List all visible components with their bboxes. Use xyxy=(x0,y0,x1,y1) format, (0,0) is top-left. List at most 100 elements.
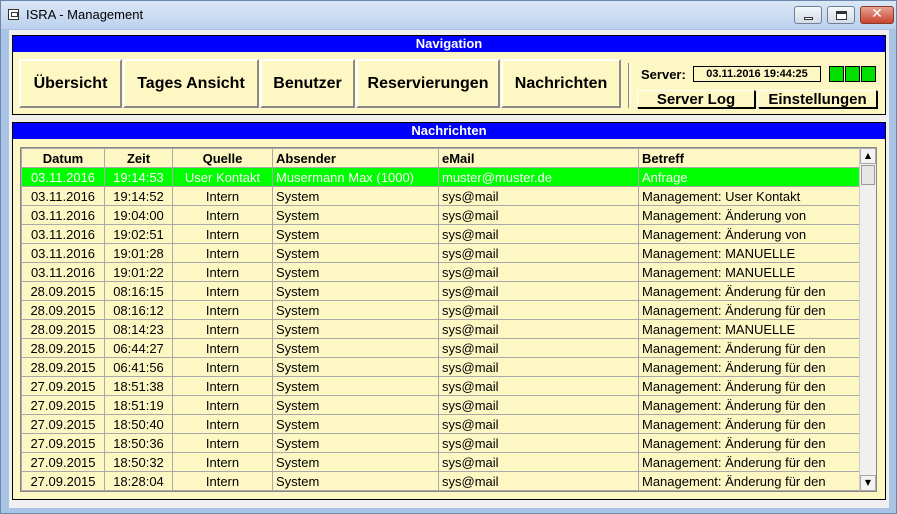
table-row[interactable]: 03.11.2016 19:04:00 Intern System sys@mail Ma… xyxy=(21,205,860,225)
cell-email: sys@mail xyxy=(438,376,639,396)
close-button[interactable]: ✕ xyxy=(860,6,894,24)
cell-absender: System xyxy=(272,205,439,225)
cell-absender: System xyxy=(272,224,439,244)
cell-absender: System xyxy=(272,395,439,415)
server-time-display: 03.11.2016 19:44:25 xyxy=(693,66,821,82)
nav-nachrichten-button[interactable]: Nachrichten xyxy=(501,59,621,108)
cell-zeit: 08:16:12 xyxy=(104,300,173,320)
cell-absender: System xyxy=(272,262,439,282)
vertical-scrollbar[interactable]: ▲ ▼ xyxy=(859,148,876,491)
cell-quelle: Intern xyxy=(172,205,273,225)
messages-grid[interactable]: Datum Zeit Quelle Absender eMail Betreff… xyxy=(20,147,877,492)
cell-datum: 27.09.2015 xyxy=(21,452,105,472)
cell-quelle: Intern xyxy=(172,224,273,244)
cell-datum: 27.09.2015 xyxy=(21,471,105,491)
cell-absender: System xyxy=(272,338,439,358)
settings-button[interactable]: Einstellungen xyxy=(758,90,877,108)
column-header-email[interactable]: eMail xyxy=(438,148,639,168)
table-row[interactable]: 27.09.2015 18:51:38 Intern System sys@mail Ma… xyxy=(21,376,860,396)
nav-reservierungen-button[interactable]: Reservierungen xyxy=(356,59,500,108)
cell-datum: 28.09.2015 xyxy=(21,338,105,358)
cell-email: sys@mail xyxy=(438,319,639,339)
column-header-quelle[interactable]: Quelle xyxy=(172,148,273,168)
cell-absender: System xyxy=(272,414,439,434)
table-row[interactable]: 27.09.2015 18:50:32 Intern System sys@mail Ma… xyxy=(21,452,860,472)
column-header-datum[interactable]: Datum xyxy=(21,148,105,168)
cell-datum: 03.11.2016 xyxy=(21,262,105,282)
cell-betreff: Management: Änderung für den xyxy=(638,395,860,415)
cell-datum: 27.09.2015 xyxy=(21,414,105,434)
cell-datum: 03.11.2016 xyxy=(21,224,105,244)
minimize-button[interactable] xyxy=(794,6,822,24)
cell-email: sys@mail xyxy=(438,338,639,358)
cell-zeit: 06:44:27 xyxy=(104,338,173,358)
table-row[interactable]: 27.09.2015 18:28:04 Intern System sys@mail Ma… xyxy=(21,471,860,491)
scroll-thumb[interactable] xyxy=(861,165,875,185)
cell-email: sys@mail xyxy=(438,300,639,320)
cell-zeit: 18:51:38 xyxy=(104,376,173,396)
table-row[interactable]: 28.09.2015 08:14:23 Intern System sys@mail Ma… xyxy=(21,319,860,339)
app-window-icon[interactable] xyxy=(8,9,19,20)
cell-zeit: 19:14:53 xyxy=(104,167,173,187)
column-header-absender[interactable]: Absender xyxy=(272,148,439,168)
table-row[interactable]: 28.09.2015 06:41:56 Intern System sys@mail Ma… xyxy=(21,357,860,377)
title-bar[interactable]: ISRA - Management ✕ xyxy=(1,1,896,29)
nav-tages-ansicht-button[interactable]: Tages Ansicht xyxy=(123,59,259,108)
cell-quelle: Intern xyxy=(172,319,273,339)
table-row[interactable]: 28.09.2015 06:44:27 Intern System sys@mail Ma… xyxy=(21,338,860,358)
nav-uebersicht-button[interactable]: Übersicht xyxy=(19,59,122,108)
table-row[interactable]: 28.09.2015 08:16:12 Intern System sys@mail Ma… xyxy=(21,300,860,320)
maximize-button[interactable] xyxy=(827,6,855,24)
cell-datum: 28.09.2015 xyxy=(21,357,105,377)
cell-datum: 28.09.2015 xyxy=(21,281,105,301)
cell-email: sys@mail xyxy=(438,243,639,263)
server-label: Server: xyxy=(641,67,686,82)
cell-quelle: Intern xyxy=(172,471,273,491)
table-row[interactable]: 27.09.2015 18:51:19 Intern System sys@mail Ma… xyxy=(21,395,860,415)
cell-betreff: Management: Änderung für den xyxy=(638,452,860,472)
cell-email: sys@mail xyxy=(438,357,639,377)
table-row[interactable]: 28.09.2015 08:16:15 Intern System sys@mail Ma… xyxy=(21,281,860,301)
column-header-betreff[interactable]: Betreff xyxy=(638,148,860,168)
cell-zeit: 06:41:56 xyxy=(104,357,173,377)
cell-absender: System xyxy=(272,186,439,206)
cell-zeit: 18:28:04 xyxy=(104,471,173,491)
table-row[interactable]: 27.09.2015 18:50:36 Intern System sys@mail Ma… xyxy=(21,433,860,453)
scroll-up-button[interactable]: ▲ xyxy=(860,148,876,164)
cell-betreff: Management: Änderung von xyxy=(638,224,860,244)
cell-email: sys@mail xyxy=(438,395,639,415)
cell-email: muster@muster.de xyxy=(438,167,639,187)
cell-datum: 27.09.2015 xyxy=(21,433,105,453)
cell-quelle: Intern xyxy=(172,357,273,377)
application-window: ISRA - Management ✕ Navigation Übersicht… xyxy=(0,0,897,514)
column-header-zeit[interactable]: Zeit xyxy=(104,148,173,168)
cell-email: sys@mail xyxy=(438,452,639,472)
cell-zeit: 19:01:28 xyxy=(104,243,173,263)
server-log-button[interactable]: Server Log xyxy=(637,90,755,108)
cell-quelle: Intern xyxy=(172,300,273,320)
table-row[interactable]: 27.09.2015 18:50:40 Intern System sys@mail Ma… xyxy=(21,414,860,434)
cell-betreff: Management: Änderung von xyxy=(638,205,860,225)
cell-betreff: Management: MANUELLE xyxy=(638,243,860,263)
cell-absender: System xyxy=(272,319,439,339)
table-row[interactable]: 03.11.2016 19:01:28 Intern System sys@mail Ma… xyxy=(21,243,860,263)
cell-quelle: Intern xyxy=(172,186,273,206)
cell-email: sys@mail xyxy=(438,205,639,225)
cell-email: sys@mail xyxy=(438,471,639,491)
cell-zeit: 19:14:52 xyxy=(104,186,173,206)
close-icon: ✕ xyxy=(871,6,883,22)
table-row[interactable]: 03.11.2016 19:02:51 Intern System sys@mail Ma… xyxy=(21,224,860,244)
server-status-led-1 xyxy=(829,66,844,82)
table-row[interactable]: 03.11.2016 19:14:53 User Kontakt Musermann … xyxy=(21,167,860,187)
nav-benutzer-button[interactable]: Benutzer xyxy=(260,59,355,108)
messages-header: Nachrichten xyxy=(13,123,885,139)
cell-betreff: Management: Änderung für den xyxy=(638,338,860,358)
table-row[interactable]: 03.11.2016 19:01:22 Intern System sys@mail Ma… xyxy=(21,262,860,282)
cell-absender: System xyxy=(272,471,439,491)
cell-absender: System xyxy=(272,452,439,472)
cell-absender: System xyxy=(272,243,439,263)
scroll-down-button[interactable]: ▼ xyxy=(860,475,876,491)
cell-zeit: 18:50:40 xyxy=(104,414,173,434)
table-row[interactable]: 03.11.2016 19:14:52 Intern System sys@mail Ma… xyxy=(21,186,860,206)
cell-betreff: Management: Änderung für den xyxy=(638,433,860,453)
